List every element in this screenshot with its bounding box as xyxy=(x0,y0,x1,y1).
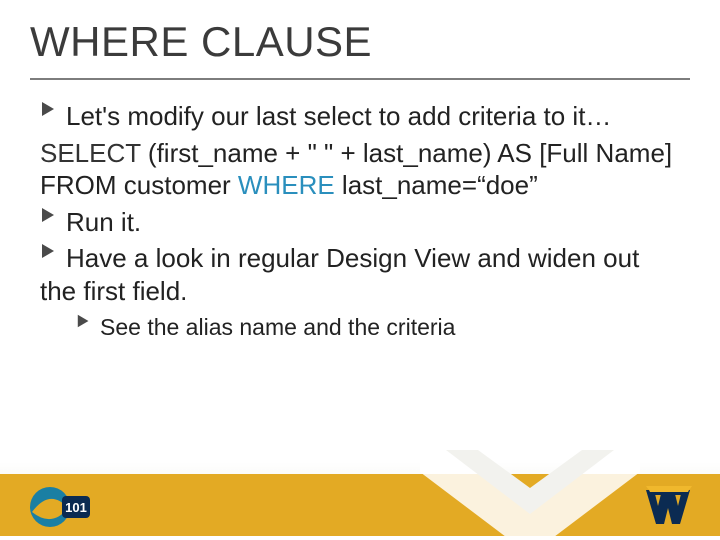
slide: WHERE CLAUSE Let's modify our last selec… xyxy=(0,0,720,540)
chevron-right-icon xyxy=(40,100,58,118)
sql-code-tail: last_name=“doe” xyxy=(335,170,538,200)
cs101-badge-icon: 101 xyxy=(28,484,92,530)
slide-body: Let's modify our last select to add crit… xyxy=(40,100,680,342)
chevron-right-icon xyxy=(40,242,58,260)
chevron-right-icon xyxy=(76,313,92,329)
sql-where-keyword: WHERE xyxy=(238,170,335,200)
bullet-text: Run it. xyxy=(66,207,141,237)
sub-bullet-text: See the alias name and the criteria xyxy=(100,314,455,340)
bullet-item-4: Have a look in regular Design View and w… xyxy=(40,242,680,307)
bullet-item-3: Run it. xyxy=(40,206,680,239)
sql-select-keyword: SELECT xyxy=(40,138,141,168)
footer-gold-stripe xyxy=(0,474,720,536)
bullet-text: Let's modify our last select to add crit… xyxy=(66,101,611,131)
wv-flying-logo-icon xyxy=(644,484,694,528)
bullet-text: Have a look in regular Design View and w… xyxy=(40,243,639,306)
sub-bullet-item-1: See the alias name and the criteria xyxy=(76,313,680,342)
title-underline xyxy=(30,78,690,80)
slide-title: WHERE CLAUSE xyxy=(30,18,372,66)
chevron-right-icon xyxy=(40,206,58,224)
sql-code-line: SELECT (first_name + " " + last_name) AS… xyxy=(40,137,680,202)
svg-text:101: 101 xyxy=(65,500,87,515)
bullet-item-1: Let's modify our last select to add crit… xyxy=(40,100,680,133)
footer-white-stripe xyxy=(0,536,720,540)
